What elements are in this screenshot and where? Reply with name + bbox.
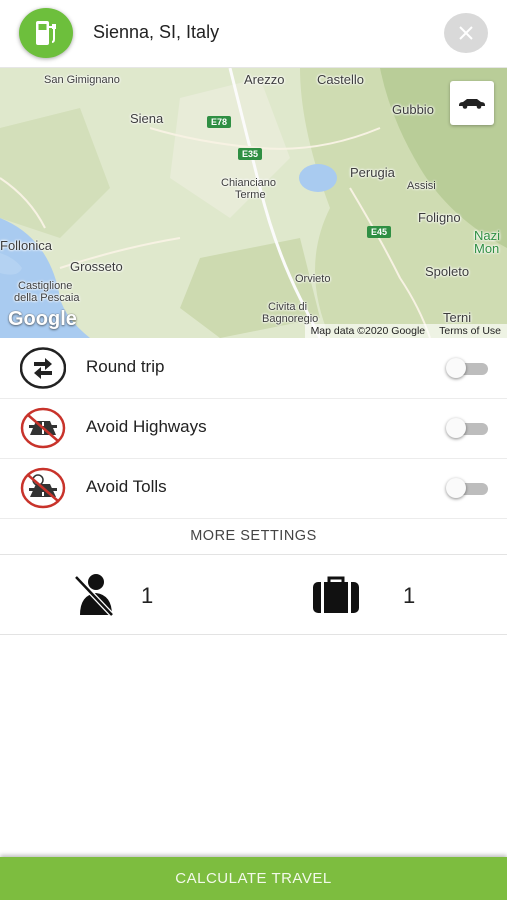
avoid-highways-toggle[interactable] xyxy=(446,418,488,438)
passenger-count[interactable]: 1 xyxy=(141,583,153,609)
map-place: Castiglione xyxy=(18,280,73,292)
map-place: Mon xyxy=(474,241,500,256)
map-place: Castello xyxy=(317,72,364,87)
map-place: Siena xyxy=(130,111,164,126)
map-place: Foligno xyxy=(418,210,461,225)
map-place: Assisi xyxy=(407,180,436,192)
map-place: Perugia xyxy=(350,165,395,180)
map-data-label: Map data ©2020 Google xyxy=(310,325,426,337)
map-attribution: Map data ©2020 Google Terms of Use xyxy=(304,324,507,338)
google-logo: Google xyxy=(8,308,77,330)
road-sign: E78 xyxy=(207,116,232,128)
location-label: Sienna, SI, Italy xyxy=(93,22,220,42)
header: Sienna, SI, Italy xyxy=(0,0,507,68)
map-place: San Gimignano xyxy=(44,74,120,86)
close-icon xyxy=(459,26,473,40)
option-label: Avoid Tolls xyxy=(86,477,167,496)
map-place: Gubbio xyxy=(392,102,434,117)
avoid-tolls-toggle[interactable] xyxy=(446,478,488,498)
option-label: Round trip xyxy=(86,357,165,376)
option-avoid-tolls[interactable]: Avoid Tolls xyxy=(0,458,507,519)
map-place: Orvieto xyxy=(295,273,331,285)
option-label: Avoid Highways xyxy=(86,417,207,436)
calculate-travel-button[interactable]: CALCULATE TRAVEL xyxy=(0,857,507,900)
round-trip-toggle[interactable] xyxy=(446,358,488,378)
terms-of-use-link[interactable]: Terms of Use xyxy=(439,325,501,337)
round-trip-icon xyxy=(20,347,66,389)
close-button[interactable] xyxy=(444,13,488,53)
map-place: Chianciano xyxy=(221,177,277,189)
passenger-seatbelt-icon[interactable] xyxy=(74,573,116,617)
option-round-trip[interactable]: Round trip xyxy=(0,338,507,399)
travel-counters: 1 1 xyxy=(0,555,507,635)
map-place: Arezzo xyxy=(244,72,285,87)
no-highway-icon xyxy=(20,407,66,449)
car-icon xyxy=(459,99,485,109)
road-sign: E45 xyxy=(367,226,392,238)
more-settings-button[interactable]: MORE SETTINGS xyxy=(0,518,507,555)
road-sign: E35 xyxy=(238,148,263,160)
option-avoid-highways[interactable]: Avoid Highways xyxy=(0,398,507,459)
map-place: Spoleto xyxy=(425,264,470,279)
vehicle-button[interactable] xyxy=(450,81,494,125)
luggage-count[interactable]: 1 xyxy=(403,583,415,609)
no-toll-icon xyxy=(20,467,66,509)
fuel-pump-icon xyxy=(36,21,56,45)
map-place: Grosseto xyxy=(70,259,123,274)
suitcase-icon[interactable] xyxy=(312,576,360,614)
map-view[interactable]: San Gimignano Arezzo Castello Gubbio Sie… xyxy=(0,68,507,338)
fuel-button[interactable] xyxy=(19,8,73,58)
map-place: Terni xyxy=(443,310,472,325)
map-place: Follonica xyxy=(0,238,53,253)
map-place: della Pescaia xyxy=(14,292,80,304)
map-place: Terme xyxy=(235,189,266,201)
map-place: Civita di xyxy=(268,301,308,313)
